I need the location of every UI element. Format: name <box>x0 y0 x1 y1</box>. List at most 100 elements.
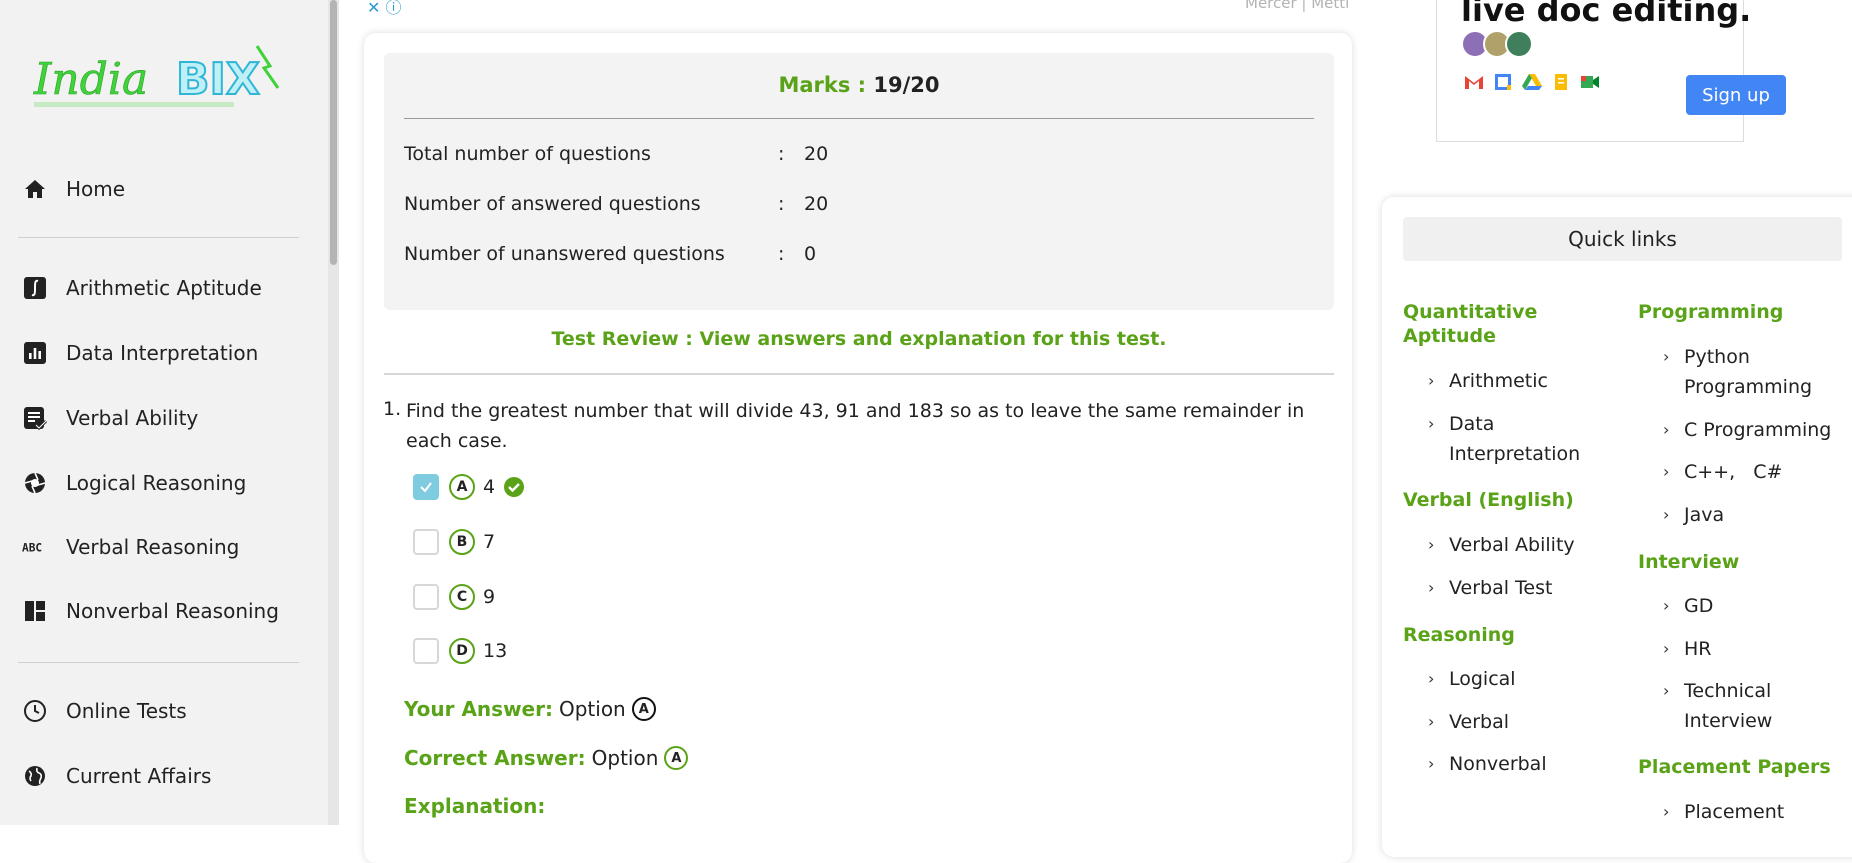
your-answer-label: Your Answer: <box>404 697 553 721</box>
option-value: 4 <box>483 476 496 498</box>
sidebar-item-arithmetic-aptitude[interactable]: Arithmetic Aptitude <box>22 268 262 308</box>
sidebar-item-home[interactable]: Home <box>22 169 125 209</box>
ql-category-programming[interactable]: Programming <box>1638 300 1783 324</box>
ql-category-reasoning[interactable]: Reasoning <box>1403 623 1515 647</box>
quick-links-title: Quick links <box>1403 217 1842 261</box>
ql-link-label: Verbal Ability <box>1449 534 1575 556</box>
ql-category-verbal[interactable]: Verbal (English) <box>1403 488 1574 512</box>
ql-link-nonverbal[interactable]: › Nonverbal <box>1428 749 1547 779</box>
integral-icon <box>22 275 48 301</box>
ql-link-label: HR <box>1684 638 1712 660</box>
sidebar-item-verbal-ability[interactable]: Verbal Ability <box>22 398 198 438</box>
sidebar-scrollbar[interactable] <box>328 0 339 825</box>
ql-link-label: Logical <box>1449 668 1516 690</box>
logo-text-bix: BIX <box>176 54 260 105</box>
sidebar-item-logical-reasoning[interactable]: Logical Reasoning <box>22 463 246 503</box>
stat-separator: : <box>778 243 785 265</box>
ql-category-interview[interactable]: Interview <box>1638 550 1739 574</box>
sidebar-item-label: Logical Reasoning <box>66 471 247 495</box>
sidebar-item-label: Home <box>66 177 126 201</box>
drive-icon <box>1522 74 1542 90</box>
option-d[interactable]: D 13 <box>413 635 507 667</box>
option-letter: D <box>449 638 475 664</box>
sidebar-item-data-interpretation[interactable]: Data Interpretation <box>22 333 258 373</box>
option-value: 13 <box>483 640 508 662</box>
option-checkbox[interactable] <box>413 638 439 664</box>
chevron-right-icon: › <box>1663 347 1670 366</box>
scrollbar-thumb[interactable] <box>330 0 337 265</box>
ql-link-logical[interactable]: › Logical <box>1428 664 1516 694</box>
ql-link-hr[interactable]: › HR <box>1663 634 1712 664</box>
sidebar-item-verbal-reasoning[interactable]: ABC Verbal Reasoning <box>22 527 239 567</box>
chevron-right-icon: › <box>1428 578 1435 597</box>
question-number: 1. <box>383 398 402 420</box>
your-answer: Your Answer: Option A <box>404 697 656 721</box>
marks-label: Marks : <box>778 73 867 97</box>
sidebar-item-label: Online Tests <box>66 699 187 723</box>
test-review-link[interactable]: Test Review : View answers and explanati… <box>384 328 1334 350</box>
stat-label: Total number of questions <box>404 143 651 165</box>
option-b[interactable]: B 7 <box>413 526 495 558</box>
logo-text-india: India <box>33 54 148 105</box>
ql-link-label: C Programming <box>1684 419 1832 441</box>
ql-link-label: Verbal Test <box>1449 577 1553 599</box>
score-summary: Marks : 19/20 Total number of questions … <box>384 53 1334 310</box>
chevron-right-icon: › <box>1428 371 1435 390</box>
correct-answer-label: Correct Answer: <box>404 746 586 770</box>
ql-link-label: Technical Interview <box>1684 680 1773 732</box>
indiabix-logo[interactable]: India BIX <box>32 36 282 116</box>
sidebar-item-label: Current Affairs <box>66 764 212 788</box>
ql-category-quantitative[interactable]: Quantitative Aptitude <box>1403 300 1603 348</box>
option-checkbox[interactable] <box>413 529 439 555</box>
check-icon <box>420 482 432 493</box>
ql-link-label: Java <box>1684 504 1725 526</box>
meet-icon <box>1581 76 1599 88</box>
chevron-right-icon: › <box>1663 505 1670 524</box>
option-value: 9 <box>483 586 496 608</box>
chevron-right-icon: › <box>1428 535 1435 554</box>
ql-link-label: Python Programming <box>1684 346 1813 398</box>
ql-link-c-programming[interactable]: › C Programming <box>1663 415 1832 445</box>
option-a[interactable]: A 4 <box>413 471 525 503</box>
option-c[interactable]: C 9 <box>413 581 495 613</box>
ql-link-verbal[interactable]: › Verbal <box>1428 707 1510 737</box>
abc-icon: ABC <box>22 534 48 560</box>
ql-link-placement[interactable]: › Placement <box>1663 797 1784 827</box>
chevron-right-icon: › <box>1663 802 1670 821</box>
signup-button[interactable]: Sign up <box>1686 75 1786 115</box>
docs-icon <box>1555 74 1567 90</box>
sidebar-item-label: Arithmetic Aptitude <box>66 276 262 300</box>
ql-link-java[interactable]: › Java <box>1663 500 1725 530</box>
ql-link-label: Nonverbal <box>1449 753 1547 775</box>
ql-link-python[interactable]: › Python Programming <box>1663 342 1834 402</box>
gmail-icon <box>1465 76 1483 89</box>
ql-link-label: Verbal <box>1449 711 1510 733</box>
stat-separator: : <box>778 193 785 215</box>
ql-link-data-interpretation[interactable]: › Data Interpretation <box>1428 409 1599 469</box>
chevron-right-icon: › <box>1663 639 1670 658</box>
bar-chart-icon <box>22 340 48 366</box>
chevron-right-icon: › <box>1428 754 1435 773</box>
correct-answer-text: Option <box>591 746 659 770</box>
ql-link-verbal-test[interactable]: › Verbal Test <box>1428 573 1553 603</box>
ad-title: live doc editing. <box>1461 0 1752 29</box>
sidebar-item-current-affairs[interactable]: Current Affairs <box>22 756 211 796</box>
sidebar-item-nonverbal-reasoning[interactable]: Nonverbal Reasoning <box>22 591 279 631</box>
ql-link-verbal-ability[interactable]: › Verbal Ability <box>1428 530 1575 560</box>
ql-category-placement[interactable]: Placement Papers <box>1638 755 1831 779</box>
chevron-right-icon: › <box>1663 462 1670 481</box>
option-value: 7 <box>483 531 496 553</box>
ql-link-arithmetic[interactable]: › Arithmetic <box>1428 366 1548 396</box>
sidebar-item-online-tests[interactable]: Online Tests <box>22 691 187 731</box>
correct-check-icon <box>503 476 525 498</box>
option-checkbox[interactable] <box>413 584 439 610</box>
option-letter: C <box>449 584 475 610</box>
stat-value: 0 <box>804 243 817 265</box>
ad-close-info[interactable]: ✕ ⓘ <box>367 0 402 18</box>
ql-link-technical-interview[interactable]: › Technical Interview <box>1663 676 1804 736</box>
ql-link-gd[interactable]: › GD <box>1663 591 1713 621</box>
app-icons <box>1463 73 1601 91</box>
workspace-ad[interactable]: live doc editing. Sign up <box>1436 0 1786 142</box>
option-checkbox-checked[interactable] <box>413 474 439 500</box>
ql-link-cpp-csharp[interactable]: › C++, C# <box>1663 457 1782 487</box>
